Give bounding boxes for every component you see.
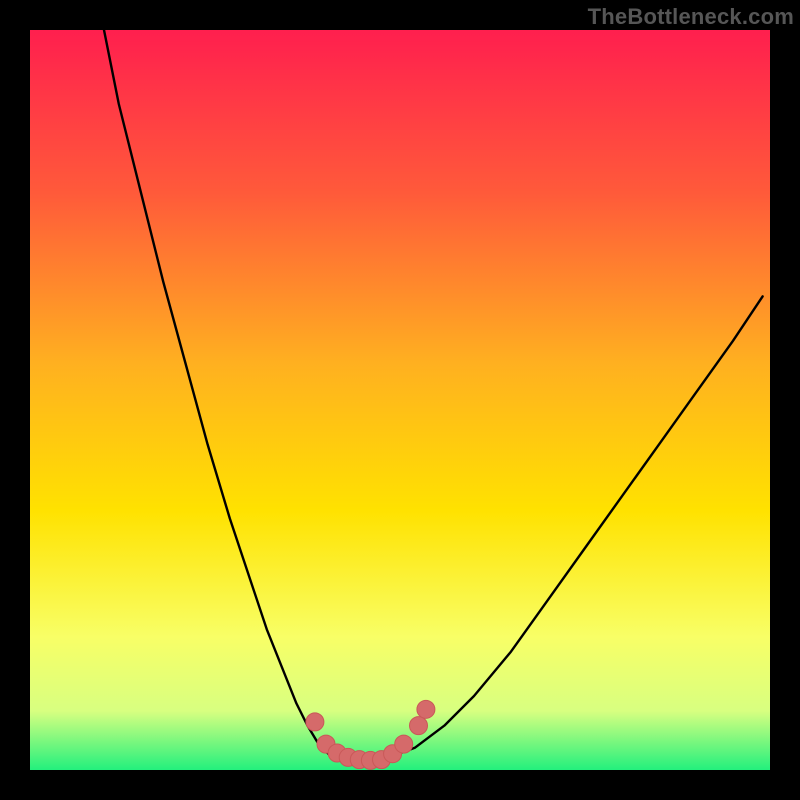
highlight-dot [306, 713, 324, 731]
chart-stage: TheBottleneck.com [0, 0, 800, 800]
highlight-dot [417, 700, 435, 718]
bottleneck-curve [104, 30, 763, 763]
watermark-text: TheBottleneck.com [588, 4, 794, 30]
highlight-dots [306, 700, 435, 769]
curve-layer [30, 30, 770, 770]
plot-area [30, 30, 770, 770]
highlight-dot [395, 735, 413, 753]
highlight-dot [410, 717, 428, 735]
